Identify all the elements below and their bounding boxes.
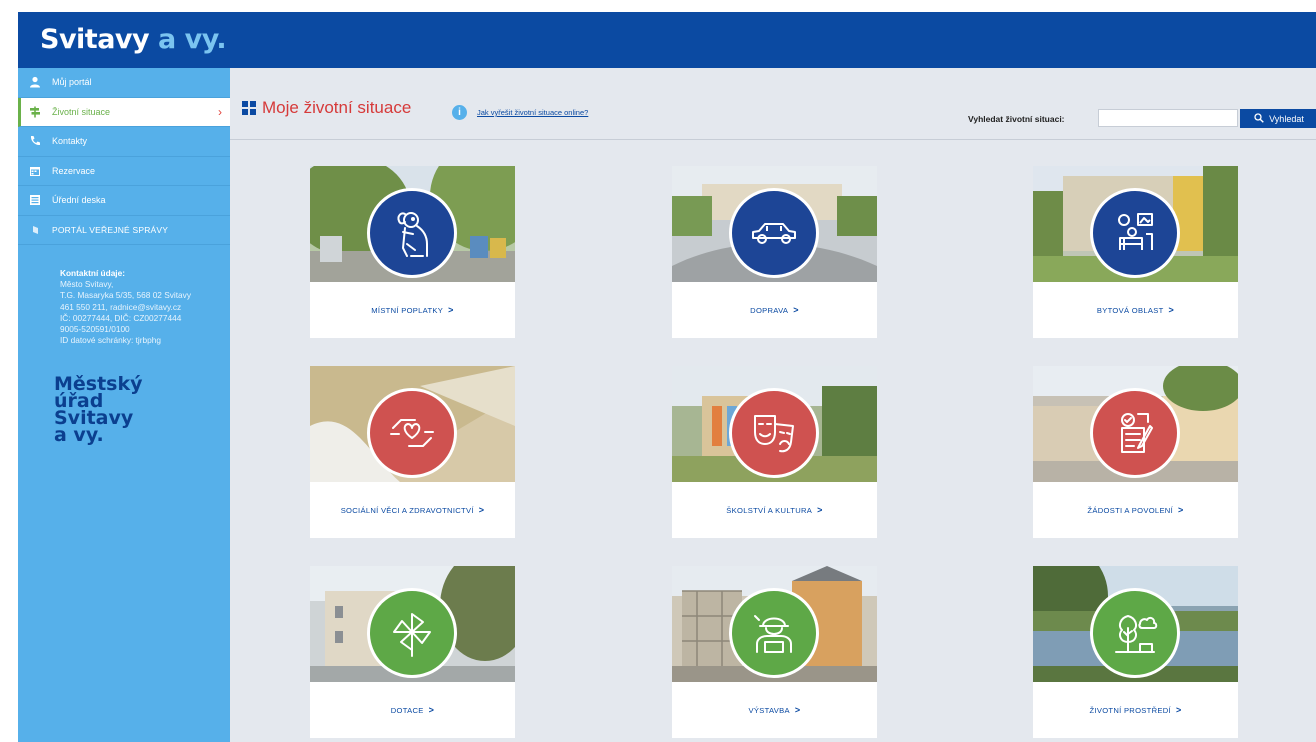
chevron-right-icon: > [1178,505,1184,515]
brand-line: a vy. [54,424,104,446]
sidebar: Můj portál Životní situace › Kontakty Re… [18,68,230,742]
sidebar-item-public-portal[interactable]: PORTÁL VEŘEJNÉ SPRÁVY [18,216,230,245]
contact-line: ID datové schránky: tjrbphg [60,335,161,346]
card-housing[interactable]: BYTOVÁ OBLAST > [1033,166,1238,338]
card-education-culture[interactable]: ŠKOLSTVÍ A KULTURA > [672,366,877,538]
sidebar-item-label: Úřední deska [52,195,106,206]
site-logo[interactable]: Svitavy a vy. [40,24,227,55]
contact-line: 9005-520591/0100 [60,324,130,335]
card-label-text: MÍSTNÍ POPLATKY [371,305,444,315]
card-label: ŽIVOTNÍ PROSTŘEDÍ > [1033,682,1238,738]
sidebar-item-label: PORTÁL VEŘEJNÉ SPRÁVY [52,224,169,235]
card-environment[interactable]: ŽIVOTNÍ PROSTŘEDÍ > [1033,566,1238,738]
card-grants[interactable]: DOTACE > [310,566,515,738]
contact-line: IČ: 00277444, DIČ: CZ00277444 [60,312,182,323]
tree-cloud-icon [1090,588,1180,678]
contact-info: Kontaktní údaje: Město Svitavy, T.G. Mas… [60,268,191,346]
site-header: Svitavy a vy. [18,12,1316,68]
sidebar-item-label: Rezervace [52,165,96,176]
contact-line: 461 550 211, radnice@svitavy.cz [60,301,182,312]
application-form-icon [1090,388,1180,478]
card-label-text: SOCIÁLNÍ VĚCI A ZDRAVOTNICTVÍ [340,505,474,515]
sidebar-item-label: Životní situace [52,106,111,117]
card-label: ŽÁDOSTI A POVOLENÍ > [1033,482,1238,538]
hands-heart-icon [367,388,457,478]
phone-icon [28,134,42,148]
card-label-text: BYTOVÁ OBLAST [1096,305,1164,315]
flag-icon [28,223,42,237]
search-input[interactable] [1098,109,1238,127]
page-title-text: Moje životní situace [262,98,412,117]
search-label: Vyhledat životní situaci: [968,114,1065,124]
calendar-icon [28,164,42,178]
contact-line: T.G. Masaryka 5/35, 568 02 Svitavy [60,290,191,301]
help-link[interactable]: Jak vyřešit životní situace online? [477,108,588,117]
search-icon [1254,112,1264,125]
pinwheel-icon [367,588,457,678]
chevron-right-icon: > [1175,705,1182,715]
theater-masks-icon [729,388,819,478]
home-office-icon [1090,188,1180,278]
grid-icon [242,101,256,115]
contact-line: Město Svitavy, [60,279,114,290]
help: i Jak vyřešit životní situace online? [452,105,588,120]
card-label: DOTACE > [310,682,515,738]
card-label: VÝSTAVBA > [672,682,877,738]
card-applications-permits[interactable]: ŽÁDOSTI A POVOLENÍ > [1033,366,1238,538]
info-icon: i [452,105,467,120]
card-label-text: VÝSTAVBA [748,705,790,715]
contact-title: Kontaktní údaje: [60,268,125,278]
chevron-right-icon: > [448,305,454,315]
chevron-right-icon: > [817,505,823,515]
sidebar-item-contacts[interactable]: Kontakty [18,127,230,157]
search-button-label: Vyhledat [1269,113,1304,124]
card-label-text: ŽÁDOSTI A POVOLENÍ [1087,505,1174,515]
dog-icon [367,188,457,278]
card-transport[interactable]: DOPRAVA > [672,166,877,338]
chevron-right-icon: > [793,305,799,315]
sidebar-item-label: Můj portál [52,77,92,88]
card-local-fees[interactable]: MÍSTNÍ POPLATKY > [310,166,515,338]
content-toolbar: Moje životní situace i Jak vyřešit život… [230,68,1316,140]
signpost-icon [28,105,42,119]
card-label: SOCIÁLNÍ VĚCI A ZDRAVOTNICTVÍ > [310,482,515,538]
sidebar-item-reservations[interactable]: Rezervace [18,157,230,186]
logo-main: Svitavy [40,24,150,55]
card-label-text: ŽIVOTNÍ PROSTŘEDÍ [1089,705,1171,715]
card-label-text: DOTACE [390,705,424,715]
notice-board-icon [28,193,42,207]
chevron-right-icon: > [1168,305,1175,315]
card-social-health[interactable]: SOCIÁLNÍ VĚCI A ZDRAVOTNICTVÍ > [310,366,515,538]
card-label: BYTOVÁ OBLAST > [1033,282,1238,338]
main-content: Moje životní situace i Jak vyřešit život… [230,68,1316,742]
sidebar-item-life-situations[interactable]: Životní situace › [18,97,230,127]
logo-accent: a vy. [158,24,227,55]
chevron-right-icon: › [218,104,222,119]
card-construction[interactable]: VÝSTAVBA > [672,566,877,738]
card-label: DOPRAVA > [672,282,877,338]
municipal-office-logo: Městský úřad Svitavy a vy. [54,375,143,446]
chevron-right-icon: > [478,505,485,515]
card-label: ŠKOLSTVÍ A KULTURA > [672,482,877,538]
chevron-right-icon: > [428,705,435,715]
chevron-right-icon: > [794,705,801,715]
user-icon [28,75,42,89]
page-title: Moje životní situace [242,98,411,118]
sidebar-item-my-portal[interactable]: Můj portál [18,68,230,98]
card-label: MÍSTNÍ POPLATKY > [310,282,515,338]
sidebar-item-label: Kontakty [52,136,88,147]
card-label-text: DOPRAVA [750,305,789,315]
card-label-text: ŠKOLSTVÍ A KULTURA [726,505,813,515]
construction-worker-icon [729,588,819,678]
page-frame: Svitavy a vy. Můj portál Životní situace… [18,12,1316,742]
search-button[interactable]: Vyhledat [1240,109,1316,128]
car-icon [729,188,819,278]
sidebar-item-notice-board[interactable]: Úřední deska [18,186,230,216]
